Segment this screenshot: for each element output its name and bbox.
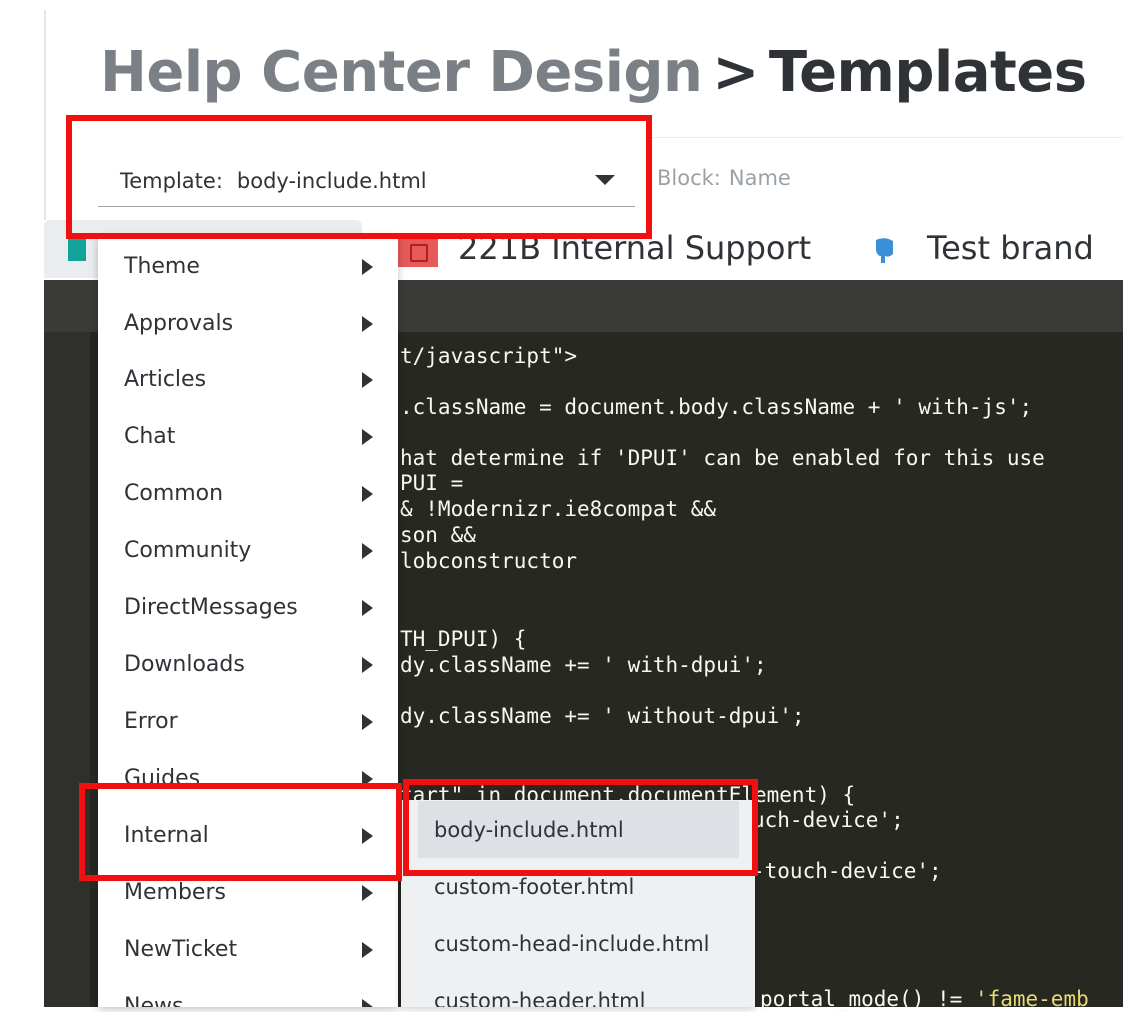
menu-item-label: DirectMessages [124, 595, 298, 620]
code-line: PUI = [400, 471, 464, 495]
menu-item-label: Approvals [124, 311, 234, 336]
menu-item-news[interactable]: News [98, 978, 398, 1007]
caret-right-icon [362, 998, 373, 1007]
code-line: t/javascript"> [400, 344, 578, 368]
submenu-item-label: custom-head-include.html [434, 931, 710, 956]
menu-item-common[interactable]: Common [98, 465, 398, 522]
caret-right-icon [362, 713, 373, 730]
menu-item-label: Error [124, 709, 178, 734]
menu-item-label: Downloads [124, 652, 245, 677]
code-line: son && [400, 523, 476, 547]
code-line: uch-device'; [752, 808, 904, 832]
caret-right-icon [362, 315, 373, 332]
menu-item-label: Common [124, 481, 224, 506]
menu-item-error[interactable]: Error [98, 693, 398, 750]
breadcrumb-separator: > [712, 40, 759, 105]
highlight-body-include [403, 779, 758, 876]
menu-item-label: News [124, 994, 184, 1007]
highlight-internal-item [79, 783, 402, 881]
submenu-item-custom-header[interactable]: custom-header.html [401, 972, 755, 1008]
breadcrumb-help-center-design[interactable]: Help Center Design [100, 40, 703, 105]
brand-logo-icon [68, 239, 86, 261]
block-field-label: Block: [657, 166, 721, 190]
block-field[interactable]: Block: Name [657, 166, 791, 190]
submenu-item-label: custom-header.html [434, 988, 646, 1008]
caret-right-icon [362, 485, 373, 502]
code-string: 'fame-emb [974, 987, 1089, 1011]
code-line: TH_DPUI) { [400, 627, 527, 651]
code-line: hat determine if 'DPUI' can be enabled f… [400, 446, 1045, 470]
menu-item-newticket[interactable]: NewTicket [98, 921, 398, 978]
code-line: dy.className += ' with-dpui'; [400, 653, 767, 677]
menu-item-label: NewTicket [124, 937, 238, 962]
page-title: Help Center Design > Templates [100, 40, 1087, 105]
caret-right-icon [362, 258, 373, 275]
menu-item-label: Theme [124, 254, 200, 279]
menu-item-articles[interactable]: Articles [98, 351, 398, 408]
caret-right-icon [362, 428, 373, 445]
code-line: lobconstructor [400, 549, 578, 573]
menu-item-label: Members [124, 880, 226, 905]
submenu-item-custom-head-include[interactable]: custom-head-include.html [401, 915, 755, 972]
breadcrumb-current: Templates [768, 40, 1087, 105]
menu-item-label: Community [124, 538, 252, 563]
title-divider [650, 137, 1123, 138]
caret-right-icon [362, 542, 373, 559]
caret-right-icon [362, 599, 373, 616]
menu-item-label: Chat [124, 424, 176, 449]
menu-item-community[interactable]: Community [98, 522, 398, 579]
menu-item-approvals[interactable]: Approvals [98, 295, 398, 352]
caret-right-icon [362, 656, 373, 673]
code-line: .className = document.body.className + '… [400, 395, 1033, 419]
menu-item-directmessages[interactable]: DirectMessages [98, 579, 398, 636]
template-category-menu: Theme Approvals Articles Chat Common Com… [98, 236, 398, 1007]
code-line: -touch-device'; [752, 859, 942, 883]
code-text: portal_mode() != [760, 987, 975, 1011]
code-editor-gutter [44, 332, 90, 1007]
caret-right-icon [362, 371, 373, 388]
highlight-template-select [66, 115, 652, 239]
code-line: & !Modernizr.ie8compat && [400, 497, 717, 521]
page-left-border [44, 10, 46, 240]
code-line: dy.className += ' without-dpui'; [400, 704, 805, 728]
block-field-placeholder: Name [728, 166, 791, 190]
menu-item-theme[interactable]: Theme [98, 238, 398, 295]
221b-logo-icon [398, 235, 438, 267]
menu-item-label: Articles [124, 367, 207, 392]
brand-tab-test-brand[interactable]: Test brand [927, 229, 1094, 267]
submenu-item-label: custom-footer.html [434, 874, 635, 899]
caret-right-icon [362, 941, 373, 958]
elephant-logo-icon [876, 238, 893, 263]
code-line: portal_mode() != 'fame-emb [760, 986, 1089, 1012]
caret-right-icon [362, 884, 373, 901]
menu-item-downloads[interactable]: Downloads [98, 636, 398, 693]
menu-item-chat[interactable]: Chat [98, 408, 398, 465]
